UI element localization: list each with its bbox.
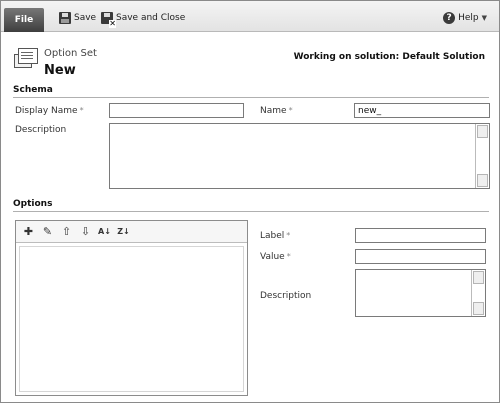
- display-name-label: Display Name *: [15, 106, 84, 116]
- required-marker: *: [79, 106, 84, 115]
- help-label: Help: [458, 13, 479, 23]
- option-label-input[interactable]: [355, 228, 486, 243]
- display-name-input[interactable]: [109, 103, 244, 118]
- schema-divider: [13, 97, 489, 98]
- help-icon: ?: [443, 12, 456, 24]
- save-and-close-button[interactable]: Save and Close: [101, 11, 186, 28]
- move-down-icon[interactable]: ⇩: [79, 225, 92, 238]
- scroll-down-button[interactable]: [477, 174, 488, 187]
- schema-section-title: Schema: [13, 85, 53, 95]
- chevron-down-icon: ▼: [481, 14, 487, 22]
- sort-ascending-icon[interactable]: A↓: [98, 225, 111, 238]
- name-input[interactable]: [354, 103, 490, 118]
- description-label: Description: [15, 125, 67, 135]
- scroll-up-button[interactable]: [477, 125, 488, 138]
- save-label: Save: [74, 13, 97, 23]
- save-and-close-label: Save and Close: [116, 13, 186, 23]
- help-button[interactable]: ? Help ▼: [443, 11, 487, 25]
- scroll-down-button[interactable]: [473, 302, 484, 315]
- option-set-icon: [14, 48, 38, 70]
- option-description-label: Description: [260, 291, 312, 301]
- option-description-textarea[interactable]: [355, 269, 486, 317]
- option-description-scrollbar[interactable]: [471, 270, 485, 316]
- options-toolbar: ✚ ✎ ⇧ ⇩ A↓ Z↓: [16, 221, 247, 243]
- option-label-label: Label *: [260, 231, 291, 241]
- description-scrollbar[interactable]: [475, 124, 489, 188]
- scroll-up-button[interactable]: [473, 271, 484, 284]
- options-list[interactable]: [19, 246, 244, 392]
- page-title: New: [44, 63, 76, 78]
- options-divider: [13, 211, 489, 212]
- save-close-icon: [101, 12, 116, 28]
- required-marker: *: [286, 231, 291, 240]
- description-textarea[interactable]: [109, 123, 490, 189]
- move-up-icon[interactable]: ⇧: [60, 225, 73, 238]
- sort-descending-icon[interactable]: Z↓: [117, 225, 130, 238]
- options-section-title: Options: [13, 199, 53, 209]
- required-marker: *: [288, 106, 293, 115]
- edit-icon[interactable]: ✎: [41, 225, 54, 238]
- add-icon[interactable]: ✚: [22, 225, 35, 238]
- name-label: Name *: [260, 106, 293, 116]
- file-tab[interactable]: File: [4, 8, 44, 32]
- save-button[interactable]: Save: [59, 11, 96, 25]
- option-set-form: File Save Save and Close ? Help ▼ Option…: [0, 0, 500, 403]
- required-marker: *: [286, 252, 291, 261]
- options-list-panel: ✚ ✎ ⇧ ⇩ A↓ Z↓: [15, 220, 248, 396]
- ribbon-toolbar: File Save Save and Close ? Help ▼: [1, 1, 499, 32]
- option-value-input[interactable]: [355, 249, 486, 264]
- save-icon: [59, 12, 71, 24]
- option-value-label: Value *: [260, 252, 291, 262]
- solution-label: Working on solution: Default Solution: [293, 52, 485, 62]
- entity-type-label: Option Set: [44, 48, 97, 59]
